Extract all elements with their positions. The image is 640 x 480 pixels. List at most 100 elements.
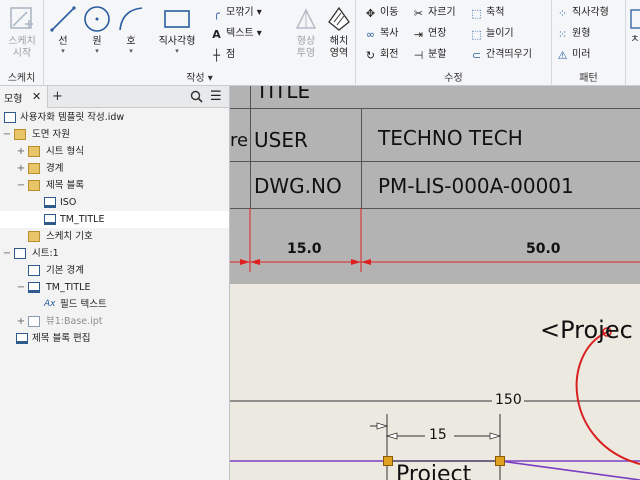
tree-node-title-blocks[interactable]: − 제목 블록 (0, 177, 229, 194)
menu-icon[interactable]: ☰ (210, 89, 222, 104)
border-icon (28, 265, 40, 276)
tree-node-sheet-1[interactable]: − 시트:1 (0, 245, 229, 262)
extend-label: 연장 (428, 28, 447, 39)
tree-node-sketch-symbols[interactable]: 스케치 기호 (0, 228, 229, 245)
rotate-button[interactable]: ↻ 회전 (364, 48, 399, 62)
dimension-150-text[interactable]: 150 (495, 392, 522, 408)
text-button[interactable]: A 텍스트 ▾ (210, 27, 262, 41)
offset-icon: ⊂ (471, 48, 482, 62)
sheet-icon (14, 248, 26, 259)
tree-node-drawing-resources[interactable]: − 도면 자원 (0, 126, 229, 143)
title-block-area: TITLE re USER TECHNO TECH DWG.NO PM-LIS-… (230, 86, 640, 284)
tree-node-tm-title-resource[interactable]: TM_TITLE (0, 211, 229, 228)
tree-node-default-border[interactable]: 기본 경계 (0, 262, 229, 279)
sketch-point-handle[interactable] (495, 456, 505, 466)
tree-node-borders[interactable]: + 경계 (0, 160, 229, 177)
arc-button[interactable]: 호 ▾ (114, 4, 148, 55)
expand-icon[interactable]: + (16, 313, 26, 330)
scale-button[interactable]: ⬚ 축척 (470, 6, 504, 20)
dwg-value-text[interactable]: PM-LIS-000A-00001 (378, 174, 574, 198)
collapse-icon[interactable]: − (16, 279, 26, 296)
move-label: 이동 (380, 7, 399, 18)
expand-icon[interactable]: + (16, 160, 26, 177)
title-cell-text[interactable]: TITLE (256, 86, 310, 103)
folder-icon (28, 146, 40, 157)
line-label: 선 (58, 36, 68, 47)
line-dropdown-icon[interactable]: ▾ (46, 48, 80, 55)
dwg-label-text[interactable]: DWG.NO (254, 174, 342, 198)
tree-node-label: TM_TITLE (46, 282, 91, 293)
split-button[interactable]: ⊣ 분할 (412, 48, 447, 62)
offset-button[interactable]: ⊂ 간격띄우기 (470, 48, 532, 62)
tree-node-sheet-formats[interactable]: + 시트 형식 (0, 143, 229, 160)
extend-button[interactable]: ⇥ 연장 (412, 27, 447, 41)
close-icon[interactable]: ✕ (32, 90, 41, 103)
tree-node-tm-title-sheet[interactable]: − TM_TITLE (0, 279, 229, 296)
copy-button[interactable]: ∞ 복사 (364, 27, 399, 41)
project-prompt-text[interactable]: <Projec (540, 316, 633, 344)
sketch-point-handle[interactable] (383, 456, 393, 466)
tree-node-label: ISO (60, 197, 77, 208)
collapse-icon[interactable]: − (2, 126, 12, 143)
rect-pattern-button[interactable]: ⁘ 직사각형 (556, 6, 609, 20)
arc-dropdown-icon[interactable]: ▾ (114, 48, 148, 55)
start-sketch-icon (10, 7, 33, 29)
tree-node-field-text[interactable]: Ax 필드 텍스트 (0, 296, 229, 313)
stretch-button[interactable]: ⬚ 늘이기 (470, 27, 513, 41)
truncated-label-text: re (230, 130, 249, 151)
search-icon[interactable] (190, 90, 203, 103)
circ-pattern-button[interactable]: ⁙ 원형 (556, 27, 591, 41)
point-button[interactable]: ┼ 점 (210, 48, 235, 62)
tree-node-view-1[interactable]: + 뷰1:Base.ipt (0, 313, 229, 330)
circ-pattern-icon: ⁙ (557, 27, 568, 41)
fillet-button[interactable]: ╭ 모깎기 ▾ (210, 6, 262, 20)
hatch-button[interactable]: 해치 영역 (324, 4, 354, 60)
expand-icon[interactable]: + (16, 143, 26, 160)
tree-node-label: 시트:1 (32, 248, 59, 259)
user-value-text[interactable]: TECHNO TECH (378, 126, 523, 150)
drawing-canvas[interactable]: TITLE re USER TECHNO TECH DWG.NO PM-LIS-… (230, 86, 640, 480)
sketch-group-label: 스케치 (7, 73, 36, 84)
browser-tab-bar: 모형 ✕ + ☰ (0, 86, 229, 108)
add-tab-icon[interactable]: + (52, 89, 63, 104)
project-geometry-button[interactable]: 형상 투영 (292, 4, 320, 60)
offset-label: 간격띄우기 (486, 49, 532, 60)
circle-dropdown-icon[interactable]: ▾ (80, 48, 114, 55)
collapse-icon[interactable]: − (16, 177, 26, 194)
dimension-15-sheet-text[interactable]: 15 (429, 427, 447, 443)
model-browser: 모형 ✕ + ☰ 사용자화 템플릿 작성.idw − 도면 자원 + 시트 형식… (0, 86, 230, 480)
folder-icon (14, 129, 26, 140)
mirror-button[interactable]: ⚠ 미러 (556, 48, 591, 62)
overflow-label: ㅊ (630, 34, 640, 45)
user-label-text[interactable]: USER (254, 128, 308, 152)
collapse-icon[interactable]: − (2, 245, 12, 262)
trim-button[interactable]: ✂ 자르기 (412, 6, 456, 20)
circle-icon (84, 6, 110, 32)
title-block-gridline (230, 161, 640, 162)
dimension-50-text[interactable]: 50.0 (526, 241, 561, 257)
copy-icon: ∞ (365, 27, 376, 41)
create-group-label[interactable]: 작성 ▾ (44, 69, 355, 84)
fillet-label: 모깎기 ▾ (226, 7, 262, 18)
folder-icon (28, 180, 40, 191)
tab-model-label: 모형 (4, 94, 23, 105)
tree-node-edit-title-block[interactable]: 제목 블록 편집 (0, 330, 229, 347)
tree-node-document[interactable]: 사용자화 템플릿 작성.idw (0, 109, 229, 126)
rectangle-dropdown-icon[interactable]: ▾ (152, 48, 202, 55)
start-sketch-button[interactable]: 스케치 시작 (2, 4, 42, 60)
tree-node-label: 시트 형식 (46, 146, 84, 157)
overflow-button[interactable]: ㅊ (628, 8, 640, 46)
line-button[interactable]: 선 ▾ (46, 4, 80, 55)
circle-button[interactable]: 원 ▾ (80, 4, 114, 55)
dimension-15-text[interactable]: 15.0 (287, 241, 322, 257)
modify-group: ✥ 이동 ∞ 복사 ↻ 회전 ✂ 자르기 ⇥ 연장 ⊣ 분할 ⬚ 축척 ⬚ 늘이… (356, 0, 552, 86)
move-button[interactable]: ✥ 이동 (364, 6, 399, 20)
folder-icon (28, 231, 40, 242)
project-box-text[interactable]: Project (396, 462, 471, 480)
tree-node-iso[interactable]: ISO (0, 194, 229, 211)
scale-label: 축척 (486, 7, 505, 18)
rectangle-button[interactable]: 직사각형 ▾ (152, 4, 202, 55)
tree-node-label: 스케치 기호 (46, 231, 93, 242)
circ-pattern-label: 원형 (572, 28, 591, 39)
tree-node-label: 기본 경계 (46, 265, 84, 276)
